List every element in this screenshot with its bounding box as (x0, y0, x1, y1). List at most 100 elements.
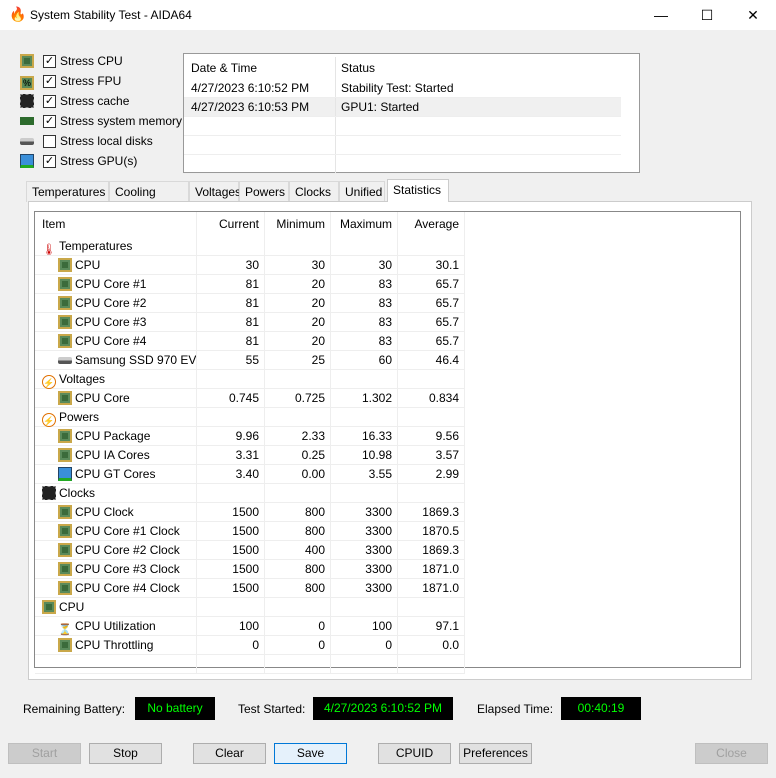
stress-option-5[interactable]: ✓ Stress GPU(s) (20, 152, 137, 170)
disk-icon (58, 353, 75, 367)
table-row[interactable]: CPU 30 30 30 30.1 (35, 256, 465, 275)
table-row[interactable]: CPU GT Cores 3.40 0.00 3.55 2.99 (35, 465, 465, 484)
tab-temperatures[interactable]: Temperatures (26, 181, 109, 202)
tab-unified[interactable]: Unified (339, 181, 385, 202)
value-minimum: 800 (265, 503, 331, 522)
log-row[interactable]: 4/27/2023 6:10:53 PM GPU1: Started (184, 98, 621, 117)
value-current: 0.745 (197, 389, 265, 408)
log-row[interactable]: 4/27/2023 6:10:52 PM Stability Test: Star… (184, 79, 621, 98)
table-row[interactable]: CPU Core #4 81 20 83 65.7 (35, 332, 465, 351)
log-row[interactable] (184, 136, 621, 155)
table-row[interactable] (35, 655, 465, 674)
value-maximum: 3300 (331, 503, 398, 522)
log-row[interactable] (184, 155, 621, 174)
cpuid-button[interactable]: CPUID (378, 743, 451, 764)
stress-option-3[interactable]: ✓ Stress system memory (20, 112, 182, 130)
checkbox[interactable]: ✓ (43, 54, 56, 68)
table-row[interactable]: CPU Package 9.96 2.33 16.33 9.56 (35, 427, 465, 446)
table-row[interactable]: CPU Core #3 Clock 1500 800 3300 1871.0 (35, 560, 465, 579)
close-window-button[interactable]: ✕ (730, 0, 776, 30)
table-row[interactable]: CPU Throttling 0 0 0 0.0 (35, 636, 465, 655)
disk-icon (20, 134, 37, 148)
tab-voltages[interactable]: Voltages (189, 181, 241, 202)
column-header-current[interactable]: Current (197, 212, 265, 237)
checkbox[interactable]: ✓ (43, 154, 56, 168)
cpu-icon (58, 296, 75, 310)
checkbox[interactable]: ✓ (43, 114, 56, 128)
log-row[interactable] (184, 117, 621, 136)
stress-option-label: Stress cache (60, 94, 130, 108)
column-header-item[interactable]: Item (35, 212, 197, 237)
value-current: 1500 (197, 541, 265, 560)
item-name: CPU Utilization (75, 619, 156, 633)
value-current: 1500 (197, 503, 265, 522)
value-average: 65.7 (398, 332, 465, 351)
table-row[interactable]: CPU Clock 1500 800 3300 1869.3 (35, 503, 465, 522)
title-bar: 🔥 System Stability Test - AIDA64 — ☐ ✕ (0, 0, 776, 30)
table-row[interactable]: CPU Core #2 81 20 83 65.7 (35, 294, 465, 313)
tab-cooling-fans[interactable]: Cooling Fans (109, 181, 189, 219)
maximize-button[interactable]: ☐ (684, 0, 730, 30)
table-row[interactable]: ⏳ CPU Utilization 100 0 100 97.1 (35, 617, 465, 636)
hourglass-icon: ⏳ (58, 624, 72, 636)
table-row[interactable]: 🌡 Temperatures (35, 237, 465, 256)
clear-button[interactable]: Clear (193, 743, 266, 764)
table-row[interactable]: Samsung SSD 970 EV... 55 25 60 46.4 (35, 351, 465, 370)
value-current: 30 (197, 256, 265, 275)
table-row[interactable]: CPU Core #4 Clock 1500 800 3300 1871.0 (35, 579, 465, 598)
preferences-button[interactable]: Preferences (459, 743, 532, 764)
tab-powers[interactable]: Powers (239, 181, 289, 202)
table-row[interactable]: CPU (35, 598, 465, 617)
cpu-icon (58, 638, 75, 652)
table-row[interactable]: CPU Core #1 Clock 1500 800 3300 1870.5 (35, 522, 465, 541)
stress-option-1[interactable]: % ✓ Stress FPU (20, 72, 121, 90)
save-button[interactable]: Save (274, 743, 347, 764)
table-row[interactable]: CPU Core #3 81 20 83 65.7 (35, 313, 465, 332)
cpu-icon (58, 429, 75, 443)
table-row[interactable]: Clocks (35, 484, 465, 503)
table-row[interactable]: CPU Core #1 81 20 83 65.7 (35, 275, 465, 294)
value-current: 3.31 (197, 446, 265, 465)
checkbox[interactable]: ✓ (43, 74, 56, 88)
stress-option-4[interactable]: Stress local disks (20, 132, 153, 150)
table-row[interactable]: CPU Core #2 Clock 1500 400 3300 1869.3 (35, 541, 465, 560)
tab-statistics[interactable]: Statistics (387, 179, 449, 202)
value-current (197, 484, 265, 503)
value-current: 0 (197, 636, 265, 655)
stop-button[interactable]: Stop (89, 743, 162, 764)
value-current: 9.96 (197, 427, 265, 446)
value-minimum (265, 370, 331, 389)
value-minimum: 20 (265, 313, 331, 332)
log-header-datetime[interactable]: Date & Time (191, 57, 257, 79)
value-average (398, 598, 465, 617)
value-maximum: 83 (331, 332, 398, 351)
table-row[interactable]: CPU IA Cores 3.31 0.25 10.98 3.57 (35, 446, 465, 465)
checkbox[interactable]: ✓ (43, 94, 56, 108)
value-current: 55 (197, 351, 265, 370)
start-button[interactable]: Start (8, 743, 81, 764)
column-header-minimum[interactable]: Minimum (265, 212, 331, 237)
statistics-table[interactable]: Item Current Minimum Maximum Average 🌡 Temper… (34, 211, 741, 674)
cpu-icon (58, 315, 75, 329)
table-row[interactable]: ⚡ Powers (35, 408, 465, 427)
close-button[interactable]: Close (695, 743, 768, 764)
value-current: 81 (197, 275, 265, 294)
elapsed-time-value: 00:40:19 (561, 697, 641, 720)
column-header-maximum[interactable]: Maximum (331, 212, 398, 237)
tab-clocks[interactable]: Clocks (289, 181, 339, 202)
item-name: CPU Core #4 Clock (75, 581, 180, 595)
cpu-icon (58, 277, 75, 291)
stress-option-2[interactable]: ✓ Stress cache (20, 92, 129, 110)
table-row[interactable]: ⚡ Voltages (35, 370, 465, 389)
table-row[interactable]: CPU Core 0.745 0.725 1.302 0.834 (35, 389, 465, 408)
group-label: Voltages (59, 372, 106, 386)
stress-option-0[interactable]: ✓ Stress CPU (20, 52, 123, 70)
value-maximum (331, 655, 398, 674)
checkbox[interactable] (43, 134, 56, 148)
lightning-icon: ⚡ (42, 410, 59, 427)
column-header-average[interactable]: Average (398, 212, 465, 237)
log-header-status[interactable]: Status (341, 57, 375, 79)
minimize-button[interactable]: — (638, 0, 684, 30)
item-name: CPU Core (75, 391, 130, 405)
event-log[interactable]: Date & Time Status 4/27/2023 6:10:52 PM S… (183, 53, 640, 174)
